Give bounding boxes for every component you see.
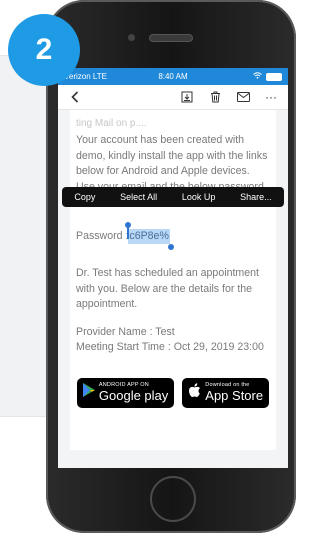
selection-end-handle[interactable] — [167, 244, 174, 250]
menu-item-copy[interactable]: Copy — [74, 192, 95, 202]
menu-item-look-up[interactable]: Look Up — [182, 192, 216, 202]
password-label: Password : — [76, 229, 129, 242]
google-play-badge[interactable]: ANDROID APP ON Google play — [76, 377, 175, 408]
email-body: ting Mail on p.... Your account has been… — [70, 110, 276, 450]
selection-start-handle[interactable] — [125, 221, 132, 239]
app-store-badge[interactable]: Download on the App Store — [182, 377, 270, 408]
trash-icon[interactable] — [204, 86, 226, 108]
mail-icon[interactable] — [232, 86, 254, 108]
archive-icon[interactable] — [176, 86, 198, 108]
password-selected-text[interactable]: c6P8e% — [125, 221, 174, 250]
provider-name: Provider Name : Test — [76, 325, 175, 338]
google-play-icon — [82, 383, 95, 402]
home-button[interactable] — [150, 476, 196, 522]
menu-item-select-all[interactable]: Select All — [120, 192, 157, 202]
phone-screen: Verizon LTE 8:40 AM ··· ting Mail on p..… — [58, 68, 288, 468]
status-bar: Verizon LTE 8:40 AM — [58, 68, 288, 85]
appointment-paragraph: Dr. Test has scheduled an appointment wi… — [76, 267, 259, 310]
apple-icon — [188, 382, 201, 403]
front-camera — [128, 34, 135, 41]
step-number-badge: 2 — [8, 14, 80, 86]
meeting-start-time: Meeting Start Time : Oct 29, 2019 23:00 — [76, 341, 264, 353]
status-time: 8:40 AM — [158, 72, 188, 81]
password-line: Password : c6P8e% — [76, 221, 270, 250]
apple-badge-big-text: App Store — [205, 387, 264, 403]
faded-header-text: ting Mail on p.... — [76, 118, 147, 129]
google-badge-big-text: Google play — [98, 387, 169, 403]
text-selection-menu: Copy Select All Look Up Share... — [62, 187, 284, 207]
back-chevron-icon[interactable] — [64, 86, 86, 108]
store-badges: ANDROID APP ON Google play Download on t… — [76, 377, 270, 408]
more-options-icon[interactable]: ··· — [260, 86, 282, 108]
earpiece-speaker — [149, 34, 193, 42]
menu-item-share[interactable]: Share... — [240, 192, 272, 202]
email-toolbar: ··· — [58, 85, 288, 110]
